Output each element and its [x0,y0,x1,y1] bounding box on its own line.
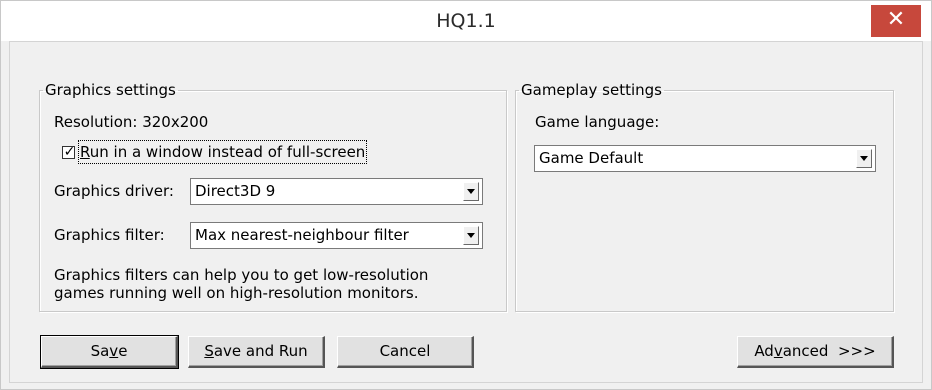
graphics-driver-label: Graphics driver: [54,182,174,200]
close-button[interactable]: ✕ [871,5,921,37]
graphics-settings-legend: Graphics settings [45,81,176,99]
game-language-select[interactable]: Game Default [534,145,876,172]
resolution-label: Resolution: 320x200 [54,113,209,131]
dialog-client-area: Graphics settings Resolution: 320x200 ✓ … [9,41,923,383]
game-language-label: Game language: [535,113,660,131]
game-language-value: Game Default [539,149,644,167]
chevron-down-icon[interactable] [463,182,479,201]
save-button[interactable]: Save [40,335,179,369]
graphics-driver-value: Direct3D 9 [195,182,276,200]
run-in-window-checkbox[interactable]: ✓ [62,144,76,160]
run-in-window-label[interactable]: Run in a window instead of full-screen [77,140,368,164]
graphics-driver-select[interactable]: Direct3D 9 [190,178,483,205]
chevron-down-icon[interactable] [856,149,872,168]
advanced-button[interactable]: Advanced >>> [737,336,894,368]
window-title: HQ1.1 [436,10,496,32]
cancel-button[interactable]: Cancel [337,336,474,368]
close-icon: ✕ [886,7,906,32]
title-bar: HQ1.1 ✕ [1,1,931,41]
dialog-window: HQ1.1 ✕ Graphics settings Resolution: 32… [0,0,932,390]
graphics-filter-help-text: Graphics filters can help you to get low… [54,266,429,302]
graphics-filter-value: Max nearest-neighbour filter [195,226,409,244]
graphics-filter-label: Graphics filter: [54,226,165,244]
checkmark-icon: ✓ [63,144,76,160]
save-and-run-button[interactable]: Save and Run [188,336,325,368]
chevron-down-icon[interactable] [463,226,479,245]
graphics-filter-select[interactable]: Max nearest-neighbour filter [190,222,483,249]
gameplay-settings-legend: Gameplay settings [521,81,662,99]
